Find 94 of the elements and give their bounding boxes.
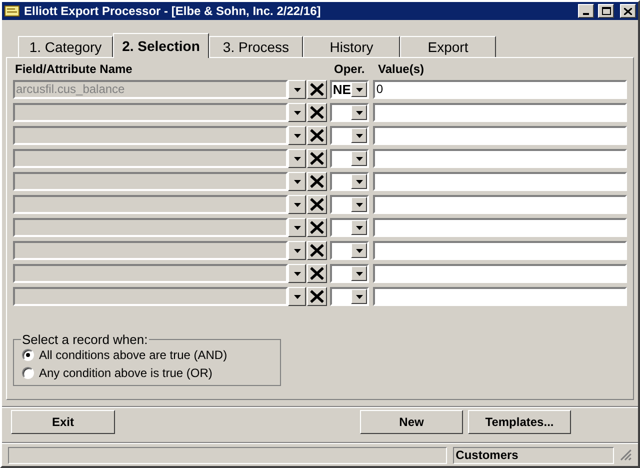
operator-combo[interactable] (330, 195, 370, 214)
push-button[interactable]: Templates... (468, 410, 571, 434)
clear-button[interactable] (307, 264, 327, 283)
dropdown-button[interactable] (288, 264, 306, 283)
operator-combo[interactable] (330, 264, 370, 283)
radio-label: All conditions above are true (AND) (39, 347, 228, 364)
value-field[interactable] (373, 149, 627, 168)
clear-button[interactable] (307, 172, 327, 191)
dropdown-button[interactable] (288, 241, 306, 260)
clear-button[interactable] (307, 195, 327, 214)
operator-combo[interactable] (330, 126, 370, 145)
radio-label: Any condition above is true (OR) (39, 365, 212, 382)
caret-icon (356, 134, 363, 138)
caret-icon (356, 272, 363, 276)
clear-button[interactable] (307, 126, 327, 145)
group-title: Select a record when: (21, 331, 149, 349)
dropdown-button[interactable] (288, 126, 306, 145)
dropdown-button[interactable] (288, 287, 306, 306)
caret-icon (356, 294, 363, 298)
operator-combo[interactable] (330, 172, 370, 191)
operator-combo[interactable] (330, 287, 370, 306)
dropdown-button[interactable] (288, 218, 306, 237)
operator-combo[interactable] (330, 241, 370, 260)
value-field[interactable] (373, 264, 627, 283)
maximize-button[interactable] (598, 4, 614, 18)
tab[interactable]: Export (400, 36, 496, 57)
x-icon (310, 152, 324, 165)
dropdown-button[interactable] (288, 149, 306, 168)
tab[interactable]: History (303, 36, 400, 57)
caret-icon (356, 180, 363, 184)
push-button[interactable]: Exit (11, 410, 115, 434)
caret-icon (356, 110, 363, 114)
x-icon (310, 267, 324, 280)
caret-icon (356, 226, 363, 230)
clear-button[interactable] (307, 80, 327, 99)
caret-icon (294, 156, 301, 160)
x-icon (310, 198, 324, 211)
x-icon (310, 106, 324, 119)
caret-icon (294, 294, 301, 298)
value-field[interactable] (373, 218, 627, 237)
caret-icon (294, 134, 301, 138)
tab[interactable]: 2. Selection (113, 33, 209, 58)
value-field[interactable]: 0 (373, 80, 627, 99)
value-field[interactable] (373, 103, 627, 122)
caret-icon (294, 110, 301, 114)
value-field[interactable] (373, 126, 627, 145)
dropdown-button[interactable] (288, 80, 306, 99)
radio-button[interactable] (22, 367, 34, 379)
tab[interactable]: 1. Category (18, 36, 113, 57)
column-header: Field/Attribute Name (14, 61, 134, 78)
value-field[interactable] (373, 172, 627, 191)
close-button[interactable] (620, 4, 636, 18)
column-header: Oper. (334, 61, 366, 78)
dropdown-button[interactable] (288, 195, 306, 214)
dropdown-button[interactable] (288, 172, 306, 191)
caret-icon (294, 226, 301, 230)
caret-icon (356, 202, 363, 206)
app-icon (4, 5, 20, 17)
operator-combo[interactable] (330, 218, 370, 237)
x-icon (310, 221, 324, 234)
clear-button[interactable] (307, 241, 327, 260)
dropdown-button[interactable] (288, 103, 306, 122)
clear-button[interactable] (307, 149, 327, 168)
caret-icon (294, 248, 301, 252)
value-field[interactable] (373, 195, 627, 214)
window-title: Elliott Export Processor - [Elbe & Sohn, Inc. 2/22/16] (24, 3, 322, 20)
resize-grip-icon (620, 449, 632, 461)
caret-icon (294, 202, 301, 206)
push-button[interactable]: New (360, 410, 463, 434)
operator-combo[interactable] (330, 149, 370, 168)
x-icon (310, 129, 324, 142)
clear-button[interactable] (307, 287, 327, 306)
clear-button[interactable] (307, 218, 327, 237)
value-field[interactable] (373, 241, 627, 260)
x-icon (310, 290, 324, 303)
x-icon (310, 244, 324, 257)
caret-icon (294, 180, 301, 184)
caret-icon (294, 88, 301, 92)
operator-combo[interactable]: NE (330, 80, 370, 99)
column-header: Value(s) (378, 61, 424, 78)
tab[interactable]: 3. Process (209, 36, 303, 57)
x-icon (310, 175, 324, 188)
status-text: Customers (452, 446, 614, 464)
caret-icon (356, 88, 363, 92)
operator-combo[interactable] (330, 103, 370, 122)
close-icon (624, 8, 632, 14)
caret-icon (356, 156, 363, 160)
caret-icon (294, 272, 301, 276)
minimize-button[interactable] (578, 4, 594, 18)
caret-icon (356, 248, 363, 252)
value-field[interactable] (373, 287, 627, 306)
clear-button[interactable] (307, 103, 327, 122)
x-icon (310, 83, 324, 96)
radio-button[interactable] (22, 349, 34, 361)
